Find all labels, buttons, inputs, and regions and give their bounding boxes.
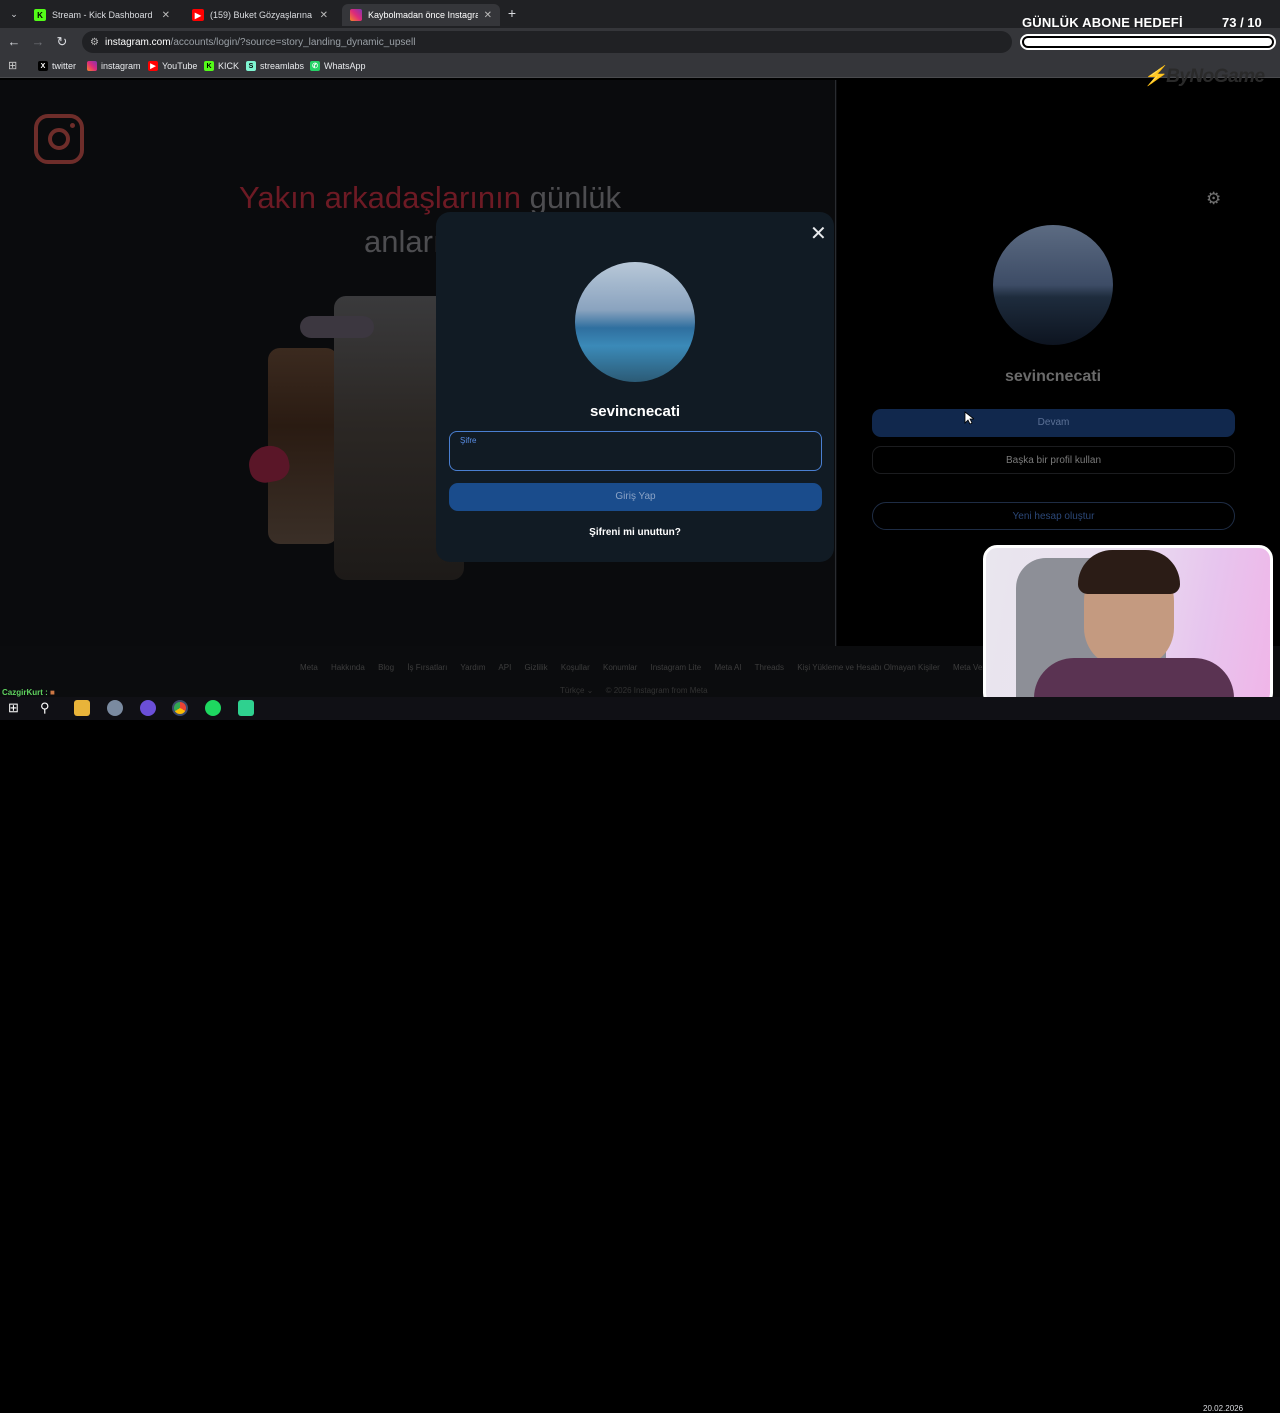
streamlabs-icon[interactable] bbox=[238, 700, 254, 716]
bookmarks-bar: ⊞ X twitter instagram ▶ YouTube K KICK S… bbox=[0, 56, 1280, 78]
footer-links: Meta Hakkında Blog İş Fırsatları Yardım … bbox=[300, 663, 1000, 672]
reload-icon[interactable]: ↻ bbox=[54, 34, 70, 50]
modal-username: sevincnecati bbox=[589, 403, 681, 420]
saved-profile-username: sevincnecati bbox=[1004, 368, 1102, 385]
app-icon[interactable] bbox=[107, 700, 123, 716]
tab-kick-dashboard[interactable]: K Stream - Kick Dashboard ✕ bbox=[26, 4, 178, 26]
collage-photo bbox=[268, 348, 338, 544]
instagram-icon bbox=[87, 61, 97, 71]
footer-link[interactable]: İş Fırsatları bbox=[407, 663, 447, 672]
footer-link[interactable]: Threads bbox=[755, 663, 784, 672]
language-selector[interactable]: Türkçe ⌄ bbox=[560, 686, 593, 695]
kick-icon: K bbox=[204, 61, 214, 71]
create-account-button[interactable]: Yeni hesap oluştur bbox=[872, 502, 1235, 530]
footer-link[interactable]: Koşullar bbox=[561, 663, 590, 672]
discord-icon[interactable] bbox=[140, 700, 156, 716]
password-field[interactable] bbox=[449, 431, 822, 471]
goal-bar-fill bbox=[1024, 38, 1272, 46]
instagram-icon bbox=[350, 9, 362, 21]
url-path: /accounts/login/?source=story_landing_dy… bbox=[170, 36, 416, 48]
kick-icon: K bbox=[34, 9, 46, 21]
close-tab-icon[interactable]: ✕ bbox=[484, 10, 492, 21]
bookmark-youtube[interactable]: ▶ YouTube bbox=[148, 61, 197, 71]
whatsapp-icon: ✆ bbox=[310, 61, 320, 71]
new-tab-button[interactable]: + bbox=[504, 5, 520, 21]
close-tab-icon[interactable]: ✕ bbox=[162, 10, 170, 21]
x-icon: X bbox=[38, 61, 48, 71]
subscriber-goal-bar bbox=[1020, 34, 1276, 50]
footer-link[interactable]: Meta AI bbox=[714, 663, 741, 672]
streamer-hair bbox=[1078, 550, 1180, 594]
login-button[interactable]: Giriş Yap bbox=[449, 483, 822, 511]
footer-link[interactable]: Meta bbox=[300, 663, 318, 672]
bookmark-twitter[interactable]: X twitter bbox=[38, 61, 76, 71]
youtube-icon: ▶ bbox=[148, 61, 158, 71]
close-icon[interactable]: ✕ bbox=[810, 224, 827, 244]
mouse-cursor-icon bbox=[964, 411, 974, 425]
bookmark-whatsapp[interactable]: ✆ WhatsApp bbox=[310, 61, 366, 71]
spotify-icon[interactable] bbox=[205, 700, 221, 716]
youtube-icon: ▶ bbox=[192, 9, 204, 21]
forgot-password-link[interactable]: Şifreni mi unuttun? bbox=[450, 527, 820, 538]
chat-emote-icon: ■ bbox=[50, 688, 55, 697]
settings-gear-icon[interactable]: ⚙ bbox=[1206, 190, 1222, 207]
footer-link[interactable]: Kişi Yükleme ve Hesabı Olmayan Kişiler bbox=[797, 663, 940, 672]
site-info-icon[interactable]: ⚙ bbox=[90, 37, 99, 48]
brand-logo: ⚡ByNoGame bbox=[1143, 66, 1265, 87]
footer-link[interactable]: Yardım bbox=[460, 663, 485, 672]
copyright-text: © 2026 Instagram from Meta bbox=[605, 686, 708, 695]
footer-link[interactable]: Blog bbox=[378, 663, 394, 672]
chat-message: CazgirKurt : ■ bbox=[2, 688, 55, 697]
webcam-overlay bbox=[983, 545, 1273, 707]
address-bar[interactable]: ⚙ instagram.com /accounts/login/?source=… bbox=[82, 31, 1012, 53]
close-tab-icon[interactable]: ✕ bbox=[320, 10, 328, 21]
footer-link[interactable]: Hakkında bbox=[331, 663, 365, 672]
back-icon[interactable]: ← bbox=[6, 34, 22, 50]
footer-link[interactable]: Gizlilik bbox=[525, 663, 548, 672]
password-label: Şifre bbox=[460, 436, 477, 445]
use-other-profile-button[interactable]: Başka bir profil kullan bbox=[872, 446, 1235, 474]
tab-instagram[interactable]: Kaybolmadan önce Instagram'd ✕ bbox=[342, 4, 500, 26]
taskbar-date: 20.02.2026 bbox=[1203, 1404, 1244, 1413]
search-icon[interactable]: ⚲ bbox=[40, 700, 56, 716]
footer-link[interactable]: Konumlar bbox=[603, 663, 637, 672]
subscriber-goal-count: 73 / 10 bbox=[1222, 15, 1262, 30]
bookmark-kick[interactable]: K KICK bbox=[204, 61, 239, 71]
chrome-icon[interactable] bbox=[172, 700, 188, 716]
tab-youtube[interactable]: ▶ (159) Buket Gözyaşlarına Boğul ✕ bbox=[184, 4, 336, 26]
bookmark-instagram[interactable]: instagram bbox=[87, 61, 141, 71]
subscriber-goal-title: GÜNLÜK ABONE HEDEFİ bbox=[1022, 15, 1183, 30]
windows-start-icon[interactable]: ⊞ bbox=[8, 700, 24, 716]
avatar bbox=[993, 225, 1113, 345]
brand-mark-icon: ⚡ bbox=[1143, 66, 1167, 87]
apps-grid-icon[interactable]: ⊞ bbox=[8, 59, 17, 72]
streamlabs-icon: S bbox=[246, 61, 256, 71]
forward-icon[interactable]: → bbox=[30, 34, 46, 50]
continue-button[interactable]: Devam bbox=[872, 409, 1235, 437]
tab-search-icon[interactable]: ⌄ bbox=[6, 6, 22, 22]
bookmark-streamlabs[interactable]: S streamlabs bbox=[246, 61, 304, 71]
reaction-bubble bbox=[300, 316, 374, 338]
footer-link[interactable]: API bbox=[498, 663, 511, 672]
footer-link[interactable]: Instagram Lite bbox=[651, 663, 702, 672]
windows-taskbar: ⊞ ⚲ 20.02.2026 bbox=[0, 697, 1280, 1413]
url-host: instagram.com bbox=[104, 36, 171, 48]
footer-language-row: Türkçe ⌄ © 2026 Instagram from Meta bbox=[560, 686, 708, 695]
instagram-logo-icon bbox=[34, 114, 84, 164]
avatar bbox=[575, 262, 695, 382]
file-explorer-icon[interactable] bbox=[74, 700, 90, 716]
